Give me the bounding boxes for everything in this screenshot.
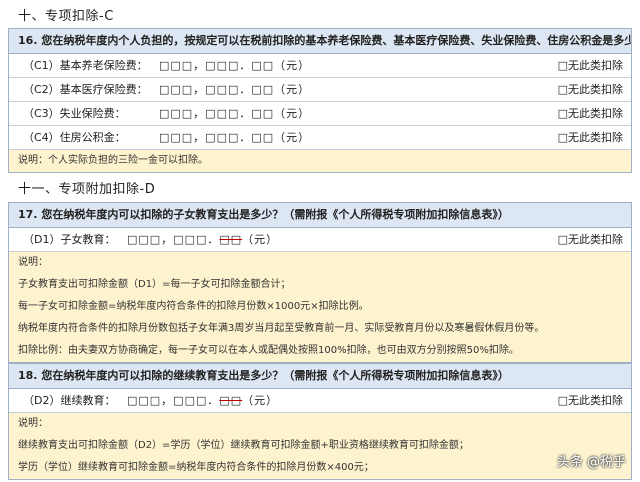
note-line: 继续教育支出可扣除金额（D2）=学历（学位）继续教育可扣除金额+职业资格继续教育… [18,440,469,451]
amount-field[interactable]: □□□，□□□．□□（元） [159,102,310,125]
question-18-note: 说明： 继续教育支出可扣除金额（D2）=学历（学位）继续教育可扣除金额+职业资格… [9,413,631,479]
section-title-additional-deduction: 十一、专项附加扣除-D [18,182,156,197]
question-16-note: 说明：个人实际负担的三险一金可以扣除。 [9,150,631,172]
deduction-row-c2: （C2）基本医疗保险费： □□□，□□□．□□（元） □无此类扣除 [9,78,631,102]
question-17-text: 17. 您在纳税年度内可以扣除的子女教育支出是多少？（需附报《个人所得税专项附加… [9,203,631,228]
amount-digits: □□□，□□□． [127,233,220,246]
question-17-note: 说明： 子女教育支出可扣除金额（D1）=每一子女可扣除金额合计； 每一子女可扣除… [9,252,631,362]
deduction-row-c3: （C3）失业保险费： □□□，□□□．□□（元） □无此类扣除 [9,102,631,126]
amount-field[interactable]: □□□，□□□．□□（元） [159,78,310,101]
no-deduction-checkbox[interactable]: □无此类扣除 [558,78,623,101]
note-line: 说明：个人实际负担的三险一金可以扣除。 [18,155,208,166]
amount-unit: （元） [242,394,279,407]
no-deduction-checkbox[interactable]: □无此类扣除 [558,389,623,412]
note-line: 说明： [18,418,48,429]
note-line: 每一子女可扣除金额=纳税年度内符合条件的扣除月份数×1000元×扣除比例。 [18,301,369,312]
row-label: （C1）基本养老保险费： [23,59,148,72]
deduction-row-d2: （D2）继续教育： □□□，□□□．□□（元） □无此类扣除 [9,389,631,413]
amount-cents-struck: □□ [219,233,243,246]
note-line: 学历（学位）继续教育可扣除金额=纳税年度内符合条件的扣除月份数×400元； [18,462,374,473]
amount-digits: □□□，□□□． [127,394,220,407]
row-label: （C3）失业保险费： [23,107,126,120]
question-17-block: 17. 您在纳税年度内可以扣除的子女教育支出是多少？（需附报《个人所得税专项附加… [8,202,632,363]
watermark-text: 头条 @税乎 [556,455,626,470]
row-label: （C2）基本医疗保险费： [23,83,148,96]
note-line: 子女教育支出可扣除金额（D1）=每一子女可扣除金额合计； [18,279,291,290]
row-label: （C4）住房公积金： [23,131,126,144]
note-line: 纳税年度内符合条件的扣除月份数包括子女年满3周岁当月起至受教育前一月、实际受教育… [18,323,545,334]
amount-field[interactable]: □□□，□□□．□□（元） [159,126,310,149]
question-18-block: 18. 您在纳税年度内可以扣除的继续教育支出是多少？（需附报《个人所得税专项附加… [8,363,632,480]
no-deduction-checkbox[interactable]: □无此类扣除 [558,228,623,251]
amount-field[interactable]: □□□，□□□．□□（元） [159,54,310,77]
deduction-row-c1: （C1）基本养老保险费： □□□，□□□．□□（元） □无此类扣除 [9,54,631,78]
amount-cents-struck: □□ [219,394,243,407]
no-deduction-checkbox[interactable]: □无此类扣除 [558,102,623,125]
deduction-row-d1: （D1）子女教育： □□□，□□□．□□（元） □无此类扣除 [9,228,631,252]
no-deduction-checkbox[interactable]: □无此类扣除 [558,54,623,77]
question-18-text: 18. 您在纳税年度内可以扣除的继续教育支出是多少？（需附报《个人所得税专项附加… [9,364,631,389]
row-label: （D1）子女教育： [23,233,116,246]
question-16-text: 16. 您在纳税年度内个人负担的，按规定可以在税前扣除的基本养老保险费、基本医疗… [9,29,631,54]
amount-field[interactable]: □□□，□□□．□□（元） [127,228,278,251]
no-deduction-checkbox[interactable]: □无此类扣除 [558,126,623,149]
deduction-row-c4: （C4）住房公积金： □□□，□□□．□□（元） □无此类扣除 [9,126,631,150]
section-title-special-deduction: 十、专项扣除-C [18,9,114,24]
question-16-block: 16. 您在纳税年度内个人负担的，按规定可以在税前扣除的基本养老保险费、基本医疗… [8,28,632,173]
note-line: 说明： [18,257,48,268]
amount-field[interactable]: □□□，□□□．□□（元） [127,389,278,412]
amount-unit: （元） [242,233,279,246]
row-label: （D2）继续教育： [23,394,116,407]
note-line: 扣除比例：由夫妻双方协商确定，每一子女可以在本人或配偶处按照100%扣除，也可由… [18,345,519,356]
